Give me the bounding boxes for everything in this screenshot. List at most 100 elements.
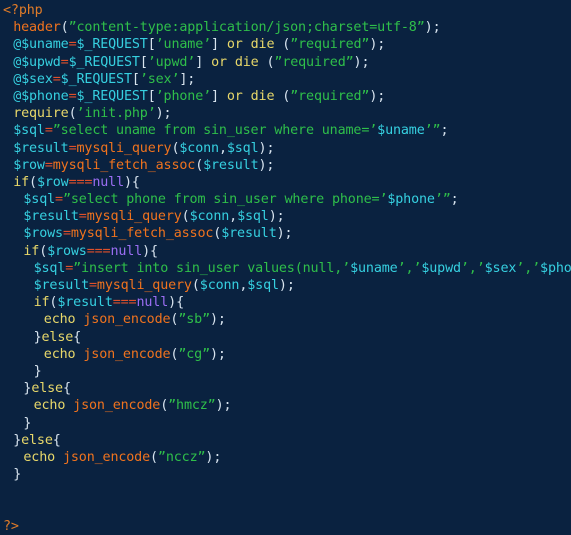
code-line[interactable]: <?php: [0, 2, 571, 19]
code-token-str: ’upwd’: [147, 54, 196, 70]
code-token-kw: if: [13, 174, 30, 190]
code-token-kw: require: [13, 106, 69, 122]
code-token-kw: echo: [33, 398, 66, 414]
code-content[interactable]: <?php header(”content-type:application/js…: [0, 2, 571, 535]
code-line[interactable]: @$phone=$_REQUEST[’phone’] or die (”requ…: [0, 88, 571, 105]
code-line[interactable]: }: [0, 466, 571, 483]
code-token-punct: [: [131, 71, 140, 87]
code-token-var: $_REQUEST: [68, 54, 140, 70]
code-token-op: ===: [68, 174, 93, 190]
code-token-punct: ;: [284, 226, 293, 242]
code-token-null: null: [92, 174, 124, 190]
code-token-str: ”required”: [290, 37, 370, 53]
code-token-op: =: [52, 71, 61, 87]
code-line[interactable]: $rows=mysqli_fetch_assoc($result);: [0, 225, 571, 242]
code-token-op: ===: [112, 295, 137, 311]
code-token-punct: }: [13, 432, 22, 448]
code-token-punct: {: [176, 295, 184, 311]
code-token-op: =: [62, 226, 71, 242]
code-line[interactable]: require(’init.php’);: [0, 105, 571, 122]
code-token-op: =: [88, 278, 97, 293]
code-line[interactable]: if($rows===null){: [0, 243, 571, 260]
code-line[interactable]: header(”content-type:application/json;ch…: [0, 19, 571, 36]
code-token-punct: {: [52, 432, 61, 448]
code-token-str: ’,’: [516, 260, 541, 276]
code-token-str: ”select uname from sin_user where uname=…: [52, 123, 378, 139]
code-line[interactable]: $row=mysqli_fetch_assoc($result);: [0, 157, 571, 174]
code-line[interactable]: $result=mysqli_query($conn,$sql);: [0, 277, 571, 294]
code-token-punct: ;: [432, 20, 441, 36]
code-token-fn: json_encode: [62, 449, 150, 465]
code-token-var: $sql: [237, 209, 269, 225]
code-line[interactable]: }else{: [0, 380, 571, 397]
code-token-var: $upwd: [421, 260, 461, 276]
code-line[interactable]: [0, 483, 571, 500]
code-line[interactable]: $sql=”select uname from sin_user where u…: [0, 122, 571, 139]
code-line[interactable]: echo json_encode(”hmcz”);: [0, 397, 571, 414]
code-token-str: ’”: [424, 123, 441, 139]
code-token-kw: echo: [43, 312, 76, 328]
code-token-punct: ;: [223, 398, 232, 414]
code-token-punct: ;: [213, 449, 222, 465]
code-token-var: $phone: [387, 192, 435, 208]
code-token-str: ”nccz”: [157, 449, 206, 465]
code-token-fn: mysqli_query: [76, 140, 172, 156]
code-line[interactable]: $result=mysqli_query($conn,$sql);: [0, 208, 571, 225]
code-token-punct: }: [33, 329, 42, 345]
code-token-str: ”sb”: [178, 312, 210, 328]
code-token-kw: else: [21, 432, 53, 448]
code-token-punct: ,: [229, 209, 238, 225]
code-token-kw: die: [234, 54, 259, 70]
code-token-str: ’,’: [397, 260, 422, 276]
code-token-str: ”select phone from sin_user where phone=…: [62, 192, 388, 208]
code-token-var: $sex: [484, 260, 517, 276]
code-token-str: ’uname’: [155, 37, 212, 53]
code-token-punct: ;: [361, 54, 370, 70]
code-line[interactable]: [0, 500, 571, 517]
code-line[interactable]: }: [0, 363, 571, 380]
code-line[interactable]: @$uname=$_REQUEST[’uname’] or die (”requ…: [0, 36, 571, 53]
code-token-var: $sql: [13, 123, 45, 139]
code-line[interactable]: ?>: [0, 518, 571, 535]
code-token-str: ’phone’: [155, 88, 212, 104]
code-editor-pane[interactable]: <?php header(”content-type:application/js…: [0, 0, 571, 534]
code-token-kw: else: [31, 381, 63, 397]
code-token-op: =: [78, 209, 87, 225]
code-token-punct: ;: [286, 278, 295, 293]
code-token-fn: mysqli_fetch_assoc: [52, 157, 196, 173]
code-line[interactable]: }else{: [0, 432, 571, 449]
code-token-punct: }: [23, 415, 32, 431]
code-token-var: $row: [13, 157, 45, 173]
code-line[interactable]: echo json_encode(”sb”);: [0, 311, 571, 328]
code-token-var: $sql: [247, 278, 279, 293]
code-token-punct: ;: [163, 106, 172, 122]
code-token-punct: {: [73, 329, 82, 345]
code-line[interactable]: }: [0, 415, 571, 432]
code-token-var: $uname: [377, 123, 425, 139]
code-token-var: $result: [221, 226, 277, 242]
code-token-punct: ]: [211, 37, 219, 53]
code-line[interactable]: if($row===null){: [0, 174, 571, 191]
code-token-tag: <?php: [3, 3, 43, 18]
code-line[interactable]: @$sex=$_REQUEST[’sex’];: [0, 71, 571, 88]
code-line[interactable]: if($result===null){: [0, 294, 571, 311]
code-token-var: @$uname: [13, 37, 69, 53]
code-token-punct: {: [131, 174, 140, 190]
code-token-var: @$sex: [13, 71, 53, 87]
code-line[interactable]: echo json_encode(”cg”);: [0, 346, 571, 363]
code-line[interactable]: $result=mysqli_query($conn,$sql);: [0, 140, 571, 157]
code-token-kw: or: [226, 37, 243, 53]
code-line[interactable]: $sql=”select phone from sin_user where p…: [0, 191, 571, 208]
code-token-null: null: [136, 295, 169, 311]
code-token-op: =: [60, 54, 69, 70]
code-token-kw: die: [250, 88, 275, 104]
code-line[interactable]: @$upwd=$_REQUEST[’upwd’] or die (”requir…: [0, 54, 571, 71]
code-line[interactable]: $sql=”insert into sin_user values(null,’…: [0, 260, 571, 277]
code-line[interactable]: echo json_encode(”nccz”);: [0, 449, 571, 466]
code-token-op: =: [65, 260, 74, 276]
code-token-fn: json_encode: [83, 346, 171, 362]
code-line[interactable]: }else{: [0, 329, 571, 346]
